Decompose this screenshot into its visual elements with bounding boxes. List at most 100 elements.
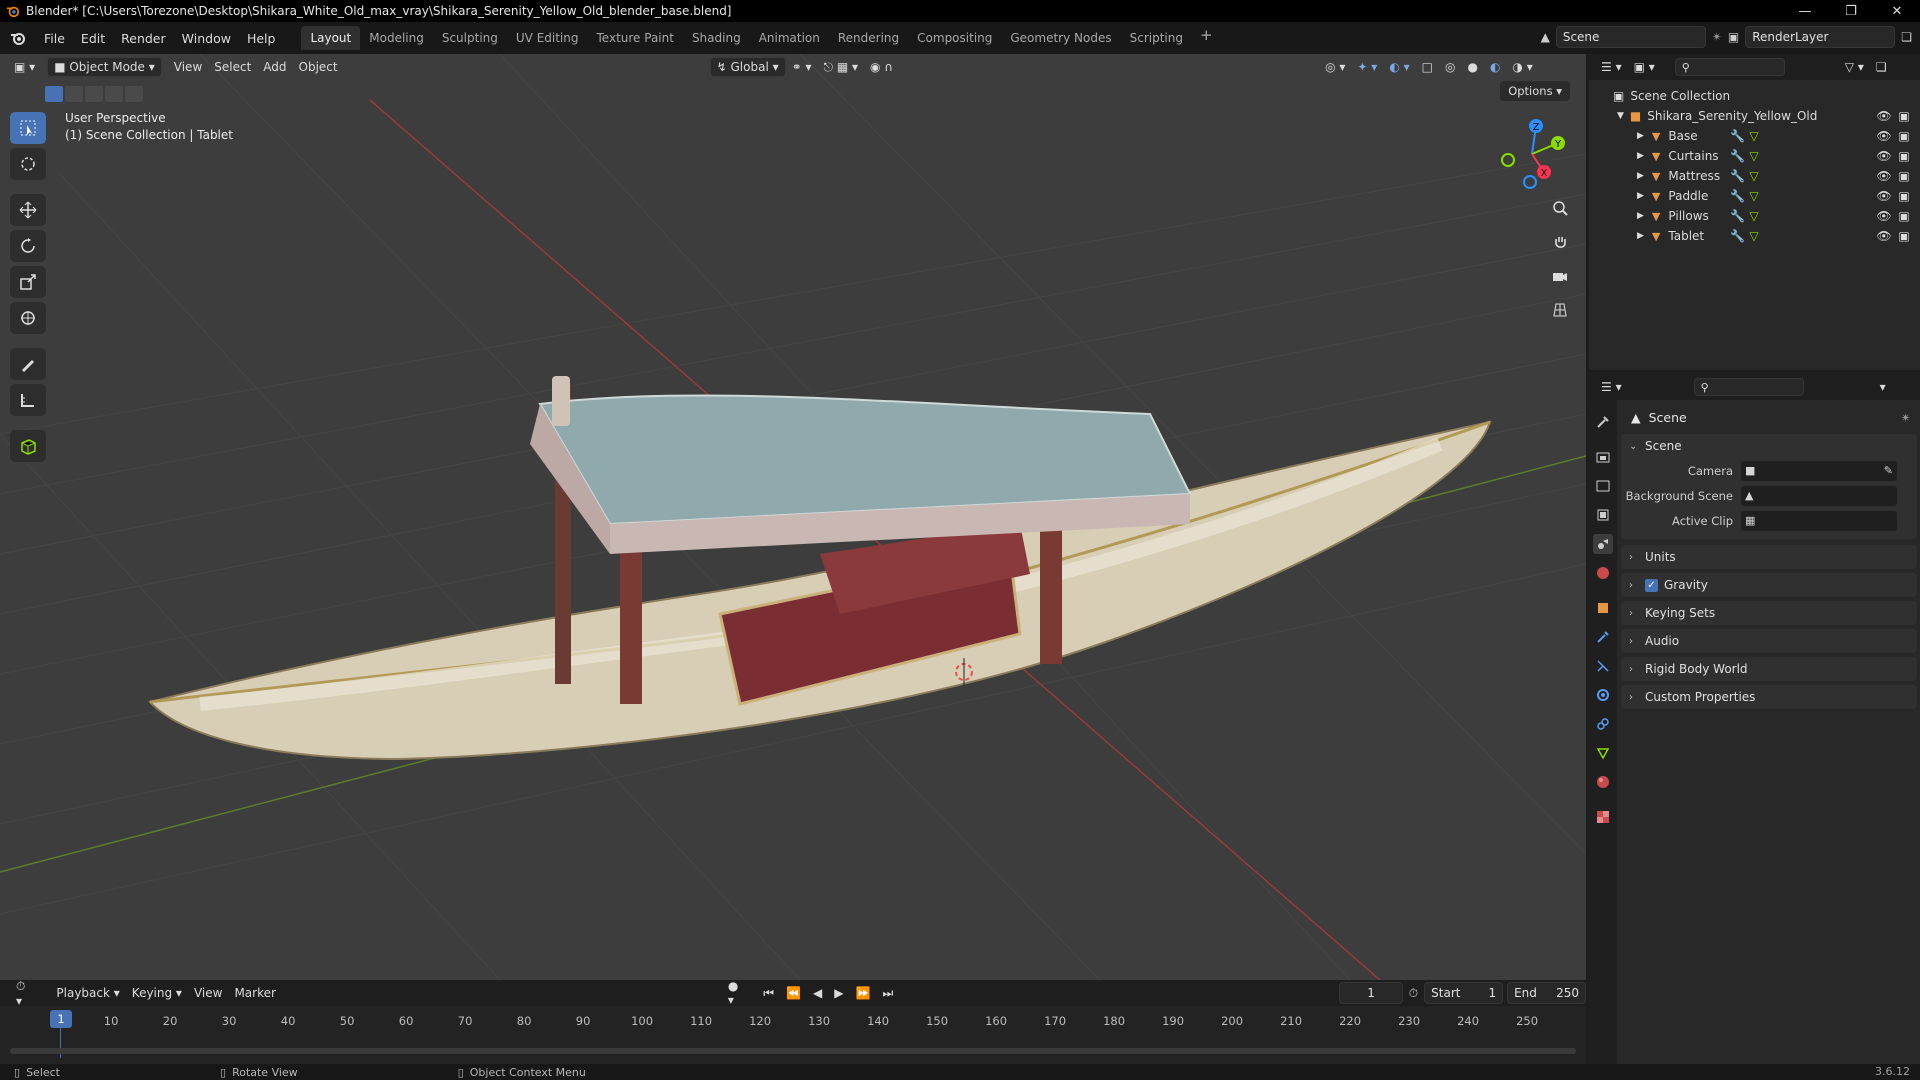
constraints-tab-icon[interactable] <box>1593 714 1613 734</box>
display-mode-icon[interactable]: ▣ ▾ <box>1628 57 1661 77</box>
outliner-collection[interactable]: ▼ ■ Shikara_Serenity_Yellow_Old 👁 ▣ <box>1589 106 1920 126</box>
end-frame-field[interactable]: End 250 <box>1507 982 1586 1004</box>
visibility-eye-icon[interactable]: 👁 <box>1876 109 1891 123</box>
visibility-eye-icon[interactable]: 👁 <box>1876 229 1891 243</box>
properties-search-input[interactable]: ⚲ <box>1693 378 1804 396</box>
expand-arrow-icon[interactable]: ▶ <box>1637 151 1644 161</box>
expand-arrow-icon[interactable]: ▶ <box>1637 231 1644 241</box>
tab-scripting[interactable]: Scripting <box>1121 26 1192 50</box>
expand-arrow-icon[interactable]: ▶ <box>1637 171 1644 181</box>
proportional-edit-icon[interactable]: ◉ ∩ <box>864 57 899 77</box>
3d-viewport[interactable]: ▣ ▾ ■ Object Mode ▾ View Select Add Obje… <box>0 54 1586 980</box>
timer-icon[interactable]: ⏱ <box>1409 986 1418 1001</box>
outliner-row-paddle[interactable]: ▶ ▼ Paddle 🔧 ▽ 👁 ▣ <box>1589 186 1920 206</box>
modifier-wrench-icon[interactable]: 🔧 <box>1730 209 1745 223</box>
timeline-scrollbar[interactable] <box>10 1048 1576 1054</box>
menu-render[interactable]: Render <box>113 26 174 50</box>
modifier-tab-icon[interactable] <box>1593 627 1613 647</box>
tab-layout[interactable]: Layout <box>301 26 361 50</box>
properties-pin-icon[interactable]: ✴ <box>1901 410 1911 425</box>
outliner-row-pillows[interactable]: ▶ ▼ Pillows 🔧 ▽ 👁 ▣ <box>1589 206 1920 226</box>
zoom-icon[interactable] <box>1546 194 1574 222</box>
marker-menu[interactable]: Marker <box>228 983 281 1003</box>
shading-rendered-icon[interactable]: ◑ ▾ <box>1506 57 1538 77</box>
scene-tab-icon[interactable] <box>1593 534 1613 554</box>
jump-keyframe-back-icon[interactable]: ⏪ <box>780 983 807 1003</box>
pivot-icon[interactable]: ⚭ ▾ <box>786 57 818 77</box>
select-subtract-icon[interactable] <box>85 86 103 102</box>
outliner-search-input[interactable]: ⚲ <box>1674 58 1785 76</box>
output-tab-icon[interactable] <box>1593 476 1613 496</box>
editor-type-icon[interactable]: ▣ ▾ <box>8 57 41 77</box>
visibility-eye-icon[interactable]: 👁 <box>1876 169 1891 183</box>
gravity-panel[interactable]: › ✓ Gravity <box>1621 573 1917 597</box>
annotate-tool-icon[interactable] <box>10 348 46 380</box>
render-camera-icon[interactable]: ▣ <box>1897 109 1911 123</box>
record-icon[interactable]: ● ▾ <box>722 979 751 1007</box>
scene-panel-header[interactable]: ⌄ Scene <box>1621 434 1917 458</box>
object-menu[interactable]: Object <box>293 57 344 77</box>
custom-properties-panel-header[interactable]: › Custom Properties <box>1621 685 1917 709</box>
shading-solid-icon[interactable]: ● <box>1461 57 1483 77</box>
view-layer-icon[interactable]: ▣ <box>1728 30 1739 44</box>
gizmo-toggle-icon[interactable]: ✦ ▾ <box>1351 57 1383 77</box>
custom-properties-panel[interactable]: › Custom Properties <box>1621 685 1917 709</box>
tab-shading[interactable]: Shading <box>683 26 750 50</box>
select-menu[interactable]: Select <box>208 57 257 77</box>
outliner-row-curtains[interactable]: ▶ ▼ Curtains 🔧 ▽ 👁 ▣ <box>1589 146 1920 166</box>
close-button[interactable]: ✕ <box>1874 0 1920 22</box>
properties-options-icon[interactable]: ▾ <box>1874 377 1892 397</box>
background-scene-field[interactable]: ▲ <box>1741 485 1897 506</box>
active-clip-field[interactable]: ▦ <box>1741 510 1897 531</box>
tab-compositing[interactable]: Compositing <box>908 26 1001 50</box>
filter-icon[interactable]: ▽ ▾ <box>1839 57 1870 77</box>
scale-tool-icon[interactable] <box>10 266 46 298</box>
gravity-checkbox[interactable]: ✓ <box>1645 578 1658 592</box>
gravity-panel-header[interactable]: › ✓ Gravity <box>1621 573 1917 597</box>
view-layer-tab-icon[interactable] <box>1593 505 1613 525</box>
timeline-ruler[interactable]: 1102030405060708090100110120130140150160… <box>8 1012 1578 1034</box>
tool-tab-icon[interactable] <box>1593 412 1613 432</box>
playback-menu[interactable]: Playback ▾ <box>50 983 125 1003</box>
mesh-data-icon[interactable]: ▽ <box>1749 189 1758 203</box>
new-collection-icon[interactable]: ❏ <box>1870 57 1893 77</box>
copy-layer-icon[interactable]: ❏ <box>1901 30 1912 44</box>
expand-arrow-icon[interactable]: ▶ <box>1637 131 1644 141</box>
render-tab-icon[interactable] <box>1593 447 1613 467</box>
add-cube-tool-icon[interactable] <box>10 430 46 462</box>
tab-rendering[interactable]: Rendering <box>829 26 908 50</box>
mesh-data-icon[interactable]: ▽ <box>1749 209 1758 223</box>
render-camera-icon[interactable]: ▣ <box>1897 149 1911 163</box>
jump-end-icon[interactable]: ⏭ <box>876 983 899 1003</box>
tab-animation[interactable]: Animation <box>750 26 829 50</box>
menu-file[interactable]: File <box>36 26 73 50</box>
particles-tab-icon[interactable] <box>1593 656 1613 676</box>
units-panel[interactable]: › Units <box>1621 545 1917 569</box>
properties-editor-type-icon[interactable]: ☰ ▾ <box>1595 377 1628 397</box>
cursor-tool-icon[interactable] <box>10 148 46 180</box>
play-reverse-icon[interactable]: ◀ <box>807 983 828 1003</box>
render-camera-icon[interactable]: ▣ <box>1897 189 1911 203</box>
pin-icon[interactable]: ✴ <box>1712 30 1722 44</box>
modifier-wrench-icon[interactable]: 🔧 <box>1730 129 1745 143</box>
world-tab-icon[interactable] <box>1593 563 1613 583</box>
object-mode-dropdown[interactable]: ■ Object Mode ▾ <box>47 57 162 77</box>
outliner-row-mattress[interactable]: ▶ ▼ Mattress 🔧 ▽ 👁 ▣ <box>1589 166 1920 186</box>
object-tab-icon[interactable] <box>1593 598 1613 618</box>
mesh-data-icon[interactable]: ▽ <box>1749 149 1758 163</box>
outliner-scene-collection[interactable]: ▣ Scene Collection <box>1589 86 1920 106</box>
units-panel-header[interactable]: › Units <box>1621 545 1917 569</box>
render-camera-icon[interactable]: ▣ <box>1897 209 1911 223</box>
start-frame-field[interactable]: Start 1 <box>1424 982 1504 1004</box>
keying-sets-panel-header[interactable]: › Keying Sets <box>1621 601 1917 625</box>
eyedropper-icon[interactable]: ✎ <box>1884 464 1893 477</box>
physics-tab-icon[interactable] <box>1593 685 1613 705</box>
outliner-editor-type-icon[interactable]: ☰ ▾ <box>1595 57 1628 77</box>
select-invert-icon[interactable] <box>105 86 123 102</box>
menu-window[interactable]: Window <box>174 26 239 50</box>
menu-help[interactable]: Help <box>239 26 284 50</box>
expand-arrow-icon[interactable]: ▶ <box>1637 211 1644 221</box>
menu-edit[interactable]: Edit <box>73 26 113 50</box>
keying-sets-panel[interactable]: › Keying Sets <box>1621 601 1917 625</box>
pan-hand-icon[interactable] <box>1546 228 1574 256</box>
